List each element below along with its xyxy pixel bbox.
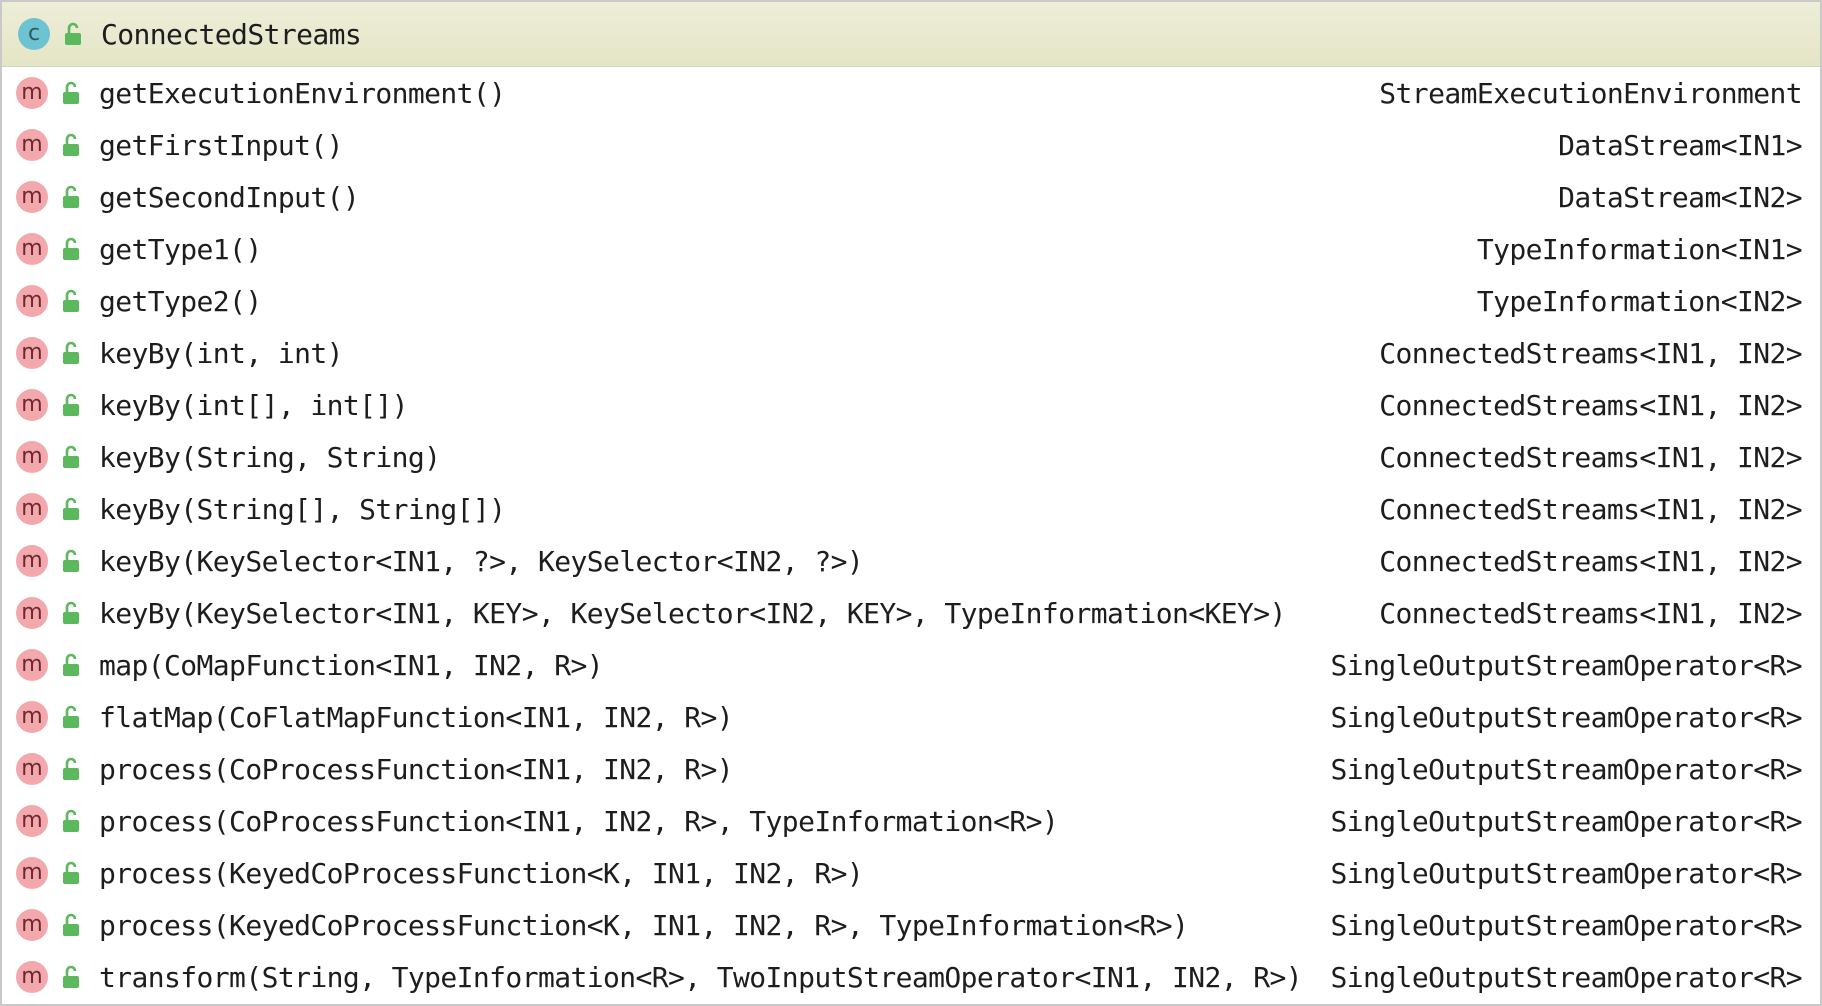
method-signature: getType1() [99,232,262,266]
class-header[interactable]: c ConnectedStreams [2,2,1820,67]
public-lock-icon [63,757,79,780]
method-signature: keyBy(KeySelector<IN1, KEY>, KeySelector… [99,596,1286,630]
method-return-type: SingleOutputStreamOperator<R> [1330,960,1803,994]
method-signature: keyBy(KeySelector<IN1, ?>, KeySelector<I… [99,544,864,578]
method-return-type: DataStream<IN1> [1558,128,1802,162]
method-icon: m [16,805,48,837]
class-name: ConnectedStreams [101,17,362,51]
method-icon: m [16,545,48,577]
method-icon: m [16,337,48,369]
public-lock-icon [63,341,79,364]
public-lock-icon [63,289,79,312]
structure-popup: c ConnectedStreams m getExecutionEnviron… [0,0,1822,1006]
method-row[interactable]: m flatMap(CoFlatMapFunction<IN1, IN2, R>… [2,691,1820,743]
method-return-type: SingleOutputStreamOperator<R> [1330,700,1803,734]
method-row[interactable]: m getFirstInput() DataStream<IN1> [2,119,1820,171]
public-lock-icon [63,913,79,936]
method-icon: m [16,857,48,889]
method-row[interactable]: m keyBy(KeySelector<IN1, KEY>, KeySelect… [2,587,1820,639]
method-signature: map(CoMapFunction<IN1, IN2, R>) [99,648,604,682]
public-lock-icon [63,133,79,156]
method-return-type: SingleOutputStreamOperator<R> [1330,856,1803,890]
method-row[interactable]: m process(KeyedCoProcessFunction<K, IN1,… [2,899,1820,951]
method-return-type: ConnectedStreams<IN1, IN2> [1379,544,1802,578]
method-return-type: SingleOutputStreamOperator<R> [1330,648,1803,682]
method-row[interactable]: m keyBy(int[], int[]) ConnectedStreams<I… [2,379,1820,431]
method-return-type: ConnectedStreams<IN1, IN2> [1379,440,1802,474]
method-row[interactable]: m process(CoProcessFunction<IN1, IN2, R>… [2,795,1820,847]
public-lock-icon [63,237,79,260]
class-icon: c [18,18,50,50]
method-icon: m [16,909,48,941]
method-signature: keyBy(int[], int[]) [99,388,409,422]
method-row[interactable]: m process(KeyedCoProcessFunction<K, IN1,… [2,847,1820,899]
method-return-type: TypeInformation<IN2> [1476,284,1803,318]
public-lock-icon [63,81,79,104]
method-signature: getSecondInput() [99,180,360,214]
method-signature: keyBy(int, int) [99,336,343,370]
method-signature: process(CoProcessFunction<IN1, IN2, R>, … [99,804,1059,838]
method-return-type: SingleOutputStreamOperator<R> [1330,908,1803,942]
method-icon: m [16,233,48,265]
method-icon: m [16,701,48,733]
method-icon: m [16,285,48,317]
method-row[interactable]: m keyBy(String, String) ConnectedStreams… [2,431,1820,483]
method-return-type: ConnectedStreams<IN1, IN2> [1379,336,1802,370]
method-signature: process(CoProcessFunction<IN1, IN2, R>) [99,752,734,786]
method-signature: keyBy(String, String) [99,440,441,474]
method-icon: m [16,441,48,473]
public-lock-icon [63,185,79,208]
public-lock-icon [63,445,79,468]
method-icon: m [16,493,48,525]
method-row[interactable]: m process(CoProcessFunction<IN1, IN2, R>… [2,743,1820,795]
method-return-type: SingleOutputStreamOperator<R> [1330,804,1803,838]
method-icon: m [16,753,48,785]
method-row[interactable]: m getType1() TypeInformation<IN1> [2,223,1820,275]
method-signature: process(KeyedCoProcessFunction<K, IN1, I… [99,908,1189,942]
method-return-type: SingleOutputStreamOperator<R> [1330,752,1803,786]
method-row[interactable]: m transform(String, TypeInformation<R>, … [2,951,1820,1003]
method-return-type: StreamExecutionEnvironment [1379,76,1802,110]
method-return-type: ConnectedStreams<IN1, IN2> [1379,388,1802,422]
method-row[interactable]: m keyBy(KeySelector<IN1, ?>, KeySelector… [2,535,1820,587]
method-signature: getExecutionEnvironment() [99,76,506,110]
public-lock-icon [63,965,79,988]
method-row[interactable]: m getSecondInput() DataStream<IN2> [2,171,1820,223]
method-row[interactable]: m getType2() TypeInformation<IN2> [2,275,1820,327]
public-lock-icon [63,601,79,624]
method-icon: m [16,129,48,161]
method-icon: m [16,649,48,681]
method-icon: m [16,77,48,109]
method-signature: transform(String, TypeInformation<R>, Tw… [99,960,1303,994]
public-lock-icon [65,22,81,45]
method-return-type: ConnectedStreams<IN1, IN2> [1379,492,1802,526]
public-lock-icon [63,549,79,572]
method-return-type: TypeInformation<IN1> [1476,232,1803,266]
method-signature: process(KeyedCoProcessFunction<K, IN1, I… [99,856,864,890]
method-signature: getType2() [99,284,262,318]
public-lock-icon [63,861,79,884]
method-row[interactable]: m keyBy(int, int) ConnectedStreams<IN1, … [2,327,1820,379]
public-lock-icon [63,497,79,520]
method-signature: flatMap(CoFlatMapFunction<IN1, IN2, R>) [99,700,734,734]
method-icon: m [16,961,48,993]
method-icon: m [16,181,48,213]
method-signature: getFirstInput() [99,128,343,162]
method-row[interactable]: m getExecutionEnvironment() StreamExecut… [2,67,1820,119]
public-lock-icon [63,653,79,676]
method-icon: m [16,597,48,629]
method-list: m getExecutionEnvironment() StreamExecut… [2,67,1820,1003]
public-lock-icon [63,705,79,728]
method-return-type: DataStream<IN2> [1558,180,1802,214]
method-return-type: ConnectedStreams<IN1, IN2> [1379,596,1802,630]
method-row[interactable]: m keyBy(String[], String[]) ConnectedStr… [2,483,1820,535]
public-lock-icon [63,393,79,416]
public-lock-icon [63,809,79,832]
method-signature: keyBy(String[], String[]) [99,492,506,526]
method-icon: m [16,389,48,421]
method-row[interactable]: m map(CoMapFunction<IN1, IN2, R>) Single… [2,639,1820,691]
